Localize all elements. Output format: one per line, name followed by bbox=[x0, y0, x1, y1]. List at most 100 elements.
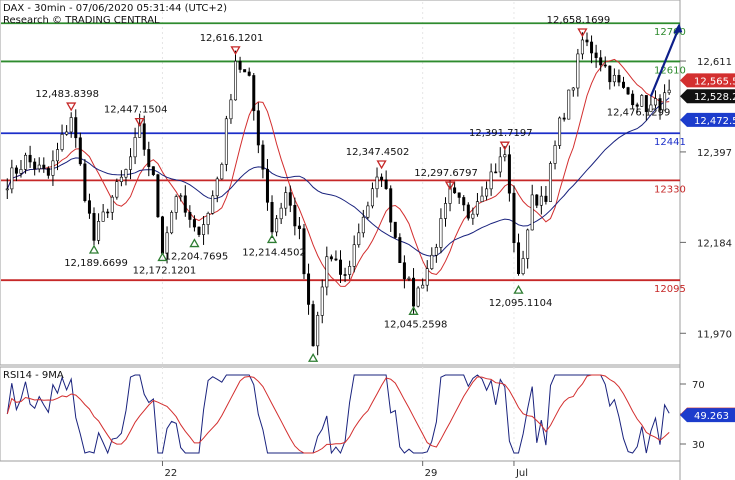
candle-body bbox=[466, 204, 470, 219]
price-tag: 12,565.5 bbox=[680, 73, 735, 88]
rsi-tick-label: 30 bbox=[692, 440, 705, 451]
candle-body bbox=[275, 218, 279, 233]
candle-body bbox=[55, 149, 59, 162]
candle-body bbox=[471, 213, 475, 219]
price-tag: 12,472.5 bbox=[680, 112, 735, 127]
candle-body bbox=[69, 117, 73, 133]
candle-body bbox=[421, 284, 425, 289]
candle-body bbox=[599, 57, 603, 66]
candle-body bbox=[338, 259, 342, 275]
candle-body bbox=[348, 266, 352, 275]
candle-body bbox=[489, 171, 493, 190]
candle-body bbox=[307, 273, 311, 305]
level-label: 12330 bbox=[654, 184, 686, 195]
candle-body bbox=[389, 188, 393, 223]
candle-body bbox=[60, 134, 64, 150]
candle-body bbox=[229, 99, 233, 120]
candle-body bbox=[297, 225, 301, 229]
candle-body bbox=[329, 256, 333, 260]
candle-body bbox=[485, 188, 489, 197]
candle-body bbox=[343, 274, 347, 276]
swing-high-label: 12,483.8398 bbox=[35, 89, 99, 100]
rsi-tag-text: 49.263 bbox=[694, 411, 729, 422]
candle-body bbox=[165, 232, 169, 254]
price-tag-text: 12,565.5 bbox=[694, 76, 735, 87]
candle-body bbox=[640, 95, 644, 107]
candle-body bbox=[220, 164, 224, 180]
candle-body bbox=[562, 117, 566, 120]
candle-body bbox=[28, 154, 32, 163]
candle-body bbox=[256, 110, 260, 146]
candle-body bbox=[147, 149, 151, 167]
candle-body bbox=[74, 117, 78, 139]
candle-body bbox=[622, 81, 626, 88]
y-tick-label: 11,970 bbox=[697, 329, 732, 340]
candle-body bbox=[548, 163, 552, 202]
rsi-tag: 49.263 bbox=[680, 408, 735, 423]
candle-body bbox=[667, 89, 671, 94]
candle-body bbox=[192, 219, 196, 228]
candle-body bbox=[558, 117, 562, 146]
candle-body bbox=[19, 169, 23, 174]
candle-body bbox=[10, 167, 14, 190]
candle-body bbox=[325, 256, 329, 288]
candle-body bbox=[407, 277, 411, 280]
swing-low-label: 12,045.2598 bbox=[384, 319, 448, 330]
candle-body bbox=[316, 315, 320, 347]
candle-body bbox=[106, 211, 110, 214]
candle-body bbox=[265, 168, 269, 203]
candle-body bbox=[224, 118, 228, 165]
rsi-tick-label: 70 bbox=[692, 380, 705, 391]
candle-body bbox=[352, 244, 356, 267]
candle-body bbox=[425, 268, 429, 286]
candle-body bbox=[361, 216, 365, 234]
candle-body bbox=[51, 160, 55, 176]
candle-body bbox=[553, 145, 557, 164]
candle-body bbox=[521, 258, 525, 274]
candle-body bbox=[603, 64, 607, 67]
candle-body bbox=[653, 98, 657, 106]
candle-body bbox=[462, 197, 466, 206]
candle-body bbox=[480, 195, 484, 202]
candle-body bbox=[65, 131, 69, 135]
candle-body bbox=[517, 242, 521, 274]
candle-body bbox=[416, 287, 420, 307]
candle-body bbox=[393, 221, 397, 238]
candle-body bbox=[115, 181, 119, 198]
swing-low-label: 12,172.1201 bbox=[133, 265, 197, 276]
candle-body bbox=[443, 203, 447, 219]
candle-body bbox=[119, 176, 123, 182]
y-tick-label: 12,397 bbox=[697, 148, 732, 159]
y-tick-label: 12,611 bbox=[697, 57, 732, 68]
swing-low-label: 12,204.7695 bbox=[165, 252, 229, 263]
candle-body bbox=[430, 254, 434, 270]
candle-body bbox=[612, 74, 616, 83]
candle-body bbox=[530, 194, 534, 231]
candle-body bbox=[284, 192, 288, 209]
candle-body bbox=[133, 137, 137, 158]
candle-body bbox=[544, 195, 548, 202]
candle-body bbox=[434, 247, 438, 256]
candle-body bbox=[576, 53, 580, 89]
candle-body bbox=[14, 167, 18, 174]
candle-body bbox=[33, 161, 37, 170]
candle-body bbox=[293, 205, 297, 227]
candle-body bbox=[626, 87, 630, 95]
candle-body bbox=[261, 144, 265, 170]
candle-body bbox=[567, 89, 571, 120]
candle-body bbox=[151, 166, 155, 175]
candle-body bbox=[617, 74, 621, 83]
candle-body bbox=[380, 176, 384, 181]
candle-body bbox=[608, 65, 612, 83]
candle-body bbox=[270, 202, 274, 233]
candle-body bbox=[571, 87, 575, 91]
price-tag-text: 12,528.2 bbox=[694, 92, 735, 103]
candle-body bbox=[439, 218, 443, 248]
candle-body bbox=[197, 226, 201, 235]
swing-low-label: 12,214.4502 bbox=[242, 247, 306, 258]
candle-body bbox=[526, 229, 530, 259]
candle-body bbox=[590, 41, 594, 54]
candle-body bbox=[580, 39, 584, 55]
candle-body bbox=[507, 154, 511, 194]
candle-body bbox=[5, 188, 9, 191]
